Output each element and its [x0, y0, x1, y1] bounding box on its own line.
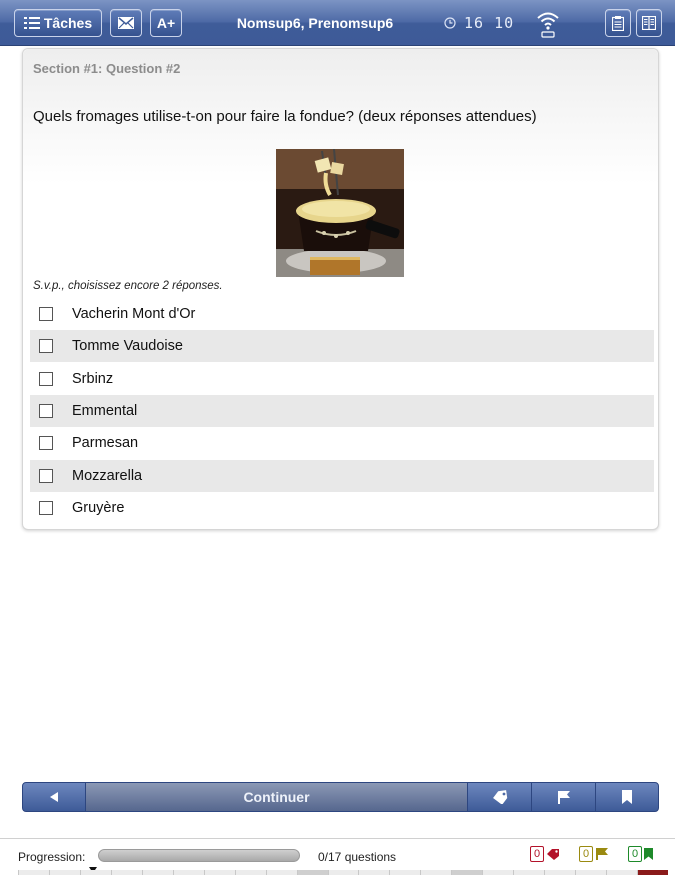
option-row[interactable]: Tomme Vaudoise — [30, 330, 654, 362]
clock-icon — [444, 17, 456, 29]
option-label: Srbinz — [72, 371, 114, 387]
option-checkbox[interactable] — [39, 307, 53, 321]
option-row[interactable]: Srbinz — [30, 363, 654, 395]
font-size-label: A+ — [156, 15, 176, 31]
bookmark-icon — [622, 790, 632, 804]
questions-count: 0/17 questions — [318, 850, 397, 864]
option-row[interactable]: Gruyère — [30, 492, 654, 524]
bookmark-button[interactable] — [596, 783, 658, 811]
question-text: Quels fromages utilise-t-on pour faire l… — [33, 108, 537, 125]
option-label: Tomme Vaudoise — [72, 338, 183, 354]
option-checkbox[interactable] — [39, 436, 53, 450]
tag-counter[interactable]: 0 — [530, 845, 560, 863]
instruction-hint: S.v.p., choisissez encore 2 réponses. — [33, 280, 223, 292]
mail-button[interactable] — [110, 9, 142, 37]
flag-icon — [596, 848, 609, 860]
progress-label: Progression: — [18, 850, 86, 864]
question-nav-bar: Continuer — [22, 782, 659, 812]
timer: 16 10 — [444, 13, 534, 33]
question-card: Section #1: Question #2 Quels fromages u… — [22, 48, 659, 530]
option-checkbox[interactable] — [39, 404, 53, 418]
wifi-icon — [537, 12, 559, 38]
continue-label: Continuer — [243, 789, 310, 805]
bookmark-counter[interactable]: 0 — [628, 845, 654, 863]
timer-digits: 16 10 — [464, 14, 515, 32]
option-checkbox[interactable] — [39, 501, 53, 515]
mail-icon — [118, 17, 134, 29]
flag-icon — [557, 791, 570, 804]
fondue-image — [276, 149, 404, 277]
option-label: Mozzarella — [72, 468, 143, 484]
notes-icon — [612, 15, 624, 31]
option-label: Vacherin Mont d'Or — [72, 306, 196, 322]
top-bar: Tâches A+ Nomsup6, Prenomsup6 16 10 — [0, 0, 675, 46]
flag-counter[interactable]: 0 — [579, 845, 609, 863]
layout-button[interactable] — [636, 9, 662, 37]
option-checkbox[interactable] — [39, 339, 53, 353]
tag-icon — [547, 849, 560, 860]
tag-button[interactable] — [468, 783, 532, 811]
wifi-status — [534, 9, 562, 39]
option-row[interactable]: Mozzarella — [30, 460, 654, 492]
flag-count: 0 — [579, 846, 594, 862]
section-label: Section #1: Question #2 — [33, 61, 181, 76]
footer: Progression: 0/17 questions 0 0 0 — [0, 838, 675, 875]
option-label: Parmesan — [72, 435, 139, 451]
option-row[interactable]: Parmesan — [30, 427, 654, 459]
continue-button[interactable]: Continuer — [86, 783, 468, 811]
flag-button[interactable] — [532, 783, 596, 811]
list-icon — [23, 17, 40, 29]
layout-icon — [642, 16, 656, 30]
font-size-button[interactable]: A+ — [150, 9, 182, 37]
option-checkbox[interactable] — [39, 372, 53, 386]
previous-button[interactable] — [23, 783, 86, 811]
tasks-button[interactable]: Tâches — [14, 9, 102, 37]
tag-icon — [492, 790, 507, 804]
tasks-label: Tâches — [43, 15, 93, 31]
question-timeline[interactable] — [18, 870, 669, 875]
notes-button[interactable] — [605, 9, 631, 37]
bookmark-count: 0 — [628, 846, 643, 862]
triangle-left-icon — [50, 792, 58, 802]
option-row[interactable]: Emmental — [30, 395, 654, 427]
option-checkbox[interactable] — [39, 469, 53, 483]
tag-count: 0 — [530, 846, 545, 862]
option-row[interactable]: Vacherin Mont d'Or — [30, 298, 654, 330]
bookmark-icon — [644, 848, 654, 860]
progress-bar — [98, 849, 300, 862]
option-label: Gruyère — [72, 500, 125, 516]
user-name: Nomsup6, Prenomsup6 — [236, 15, 394, 31]
option-label: Emmental — [72, 403, 138, 419]
